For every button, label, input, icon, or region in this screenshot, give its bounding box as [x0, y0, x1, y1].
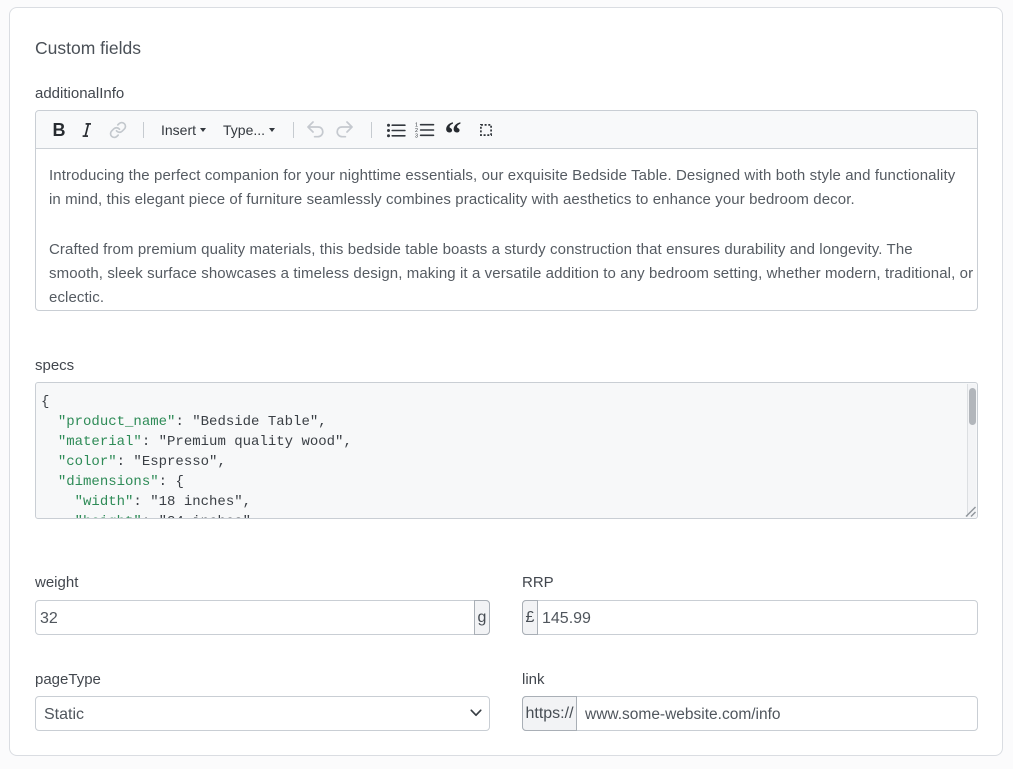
svg-text:3: 3	[415, 133, 418, 138]
